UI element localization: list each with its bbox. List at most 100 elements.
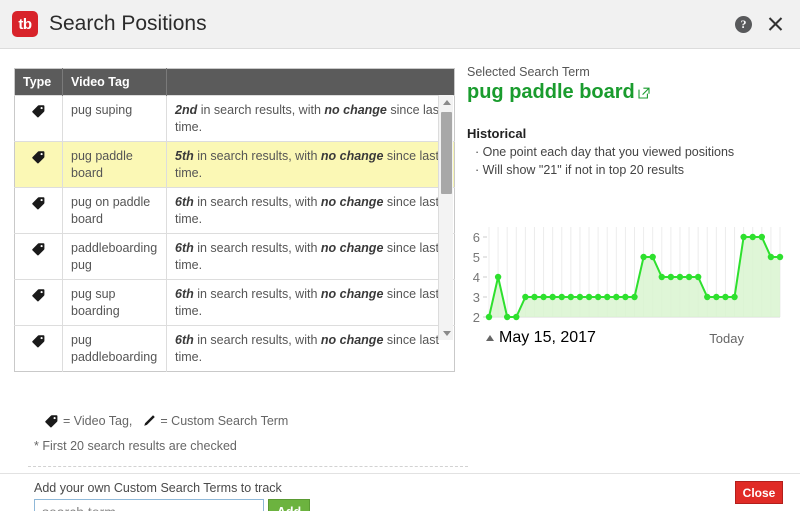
column-header-result[interactable] <box>167 69 455 96</box>
row-change: no change <box>324 103 387 117</box>
row-rank: 6th <box>175 287 194 301</box>
svg-text:6: 6 <box>473 230 480 245</box>
svg-text:3: 3 <box>473 290 480 305</box>
row-video-tag: pug suping <box>63 96 167 142</box>
chart-point[interactable] <box>722 294 728 300</box>
table-scrollbar[interactable] <box>438 95 453 340</box>
chart-point[interactable] <box>731 294 737 300</box>
table-row[interactable]: pug on paddle board6th in search results… <box>15 188 455 234</box>
scrollbar-thumb[interactable] <box>441 112 452 194</box>
historical-bullet-2: · Will show "21" if not in top 20 result… <box>467 163 787 177</box>
chart-point[interactable] <box>768 254 774 260</box>
chart-point[interactable] <box>659 274 665 280</box>
add-term-label: Add your own Custom Search Terms to trac… <box>34 481 282 495</box>
footer-divider <box>0 473 800 474</box>
add-button[interactable]: Add <box>268 499 310 511</box>
svg-text:5: 5 <box>473 250 480 265</box>
row-change: no change <box>321 149 384 163</box>
table-body: pug suping2nd in search results, with no… <box>15 96 455 372</box>
titlebar-actions: ? <box>735 15 784 33</box>
chart-point[interactable] <box>549 294 555 300</box>
row-video-tag: pug paddle board <box>63 142 167 188</box>
close-icon[interactable] <box>766 15 784 33</box>
selected-term-label: Selected Search Term <box>467 65 787 79</box>
row-video-tag: paddleboarding pug <box>63 234 167 280</box>
svg-text:2: 2 <box>473 310 480 325</box>
row-result-text: 6th in search results, with no change si… <box>167 326 455 372</box>
chart-point[interactable] <box>531 294 537 300</box>
table-row[interactable]: pug paddleboarding6th in search results,… <box>15 326 455 372</box>
chart-point[interactable] <box>486 314 492 320</box>
row-result-text: 2nd in search results, with no change si… <box>167 96 455 142</box>
chart-point[interactable] <box>704 294 710 300</box>
chart-point[interactable] <box>595 294 601 300</box>
chart-point[interactable] <box>495 274 501 280</box>
chart-point[interactable] <box>686 274 692 280</box>
results-panel: Type Video Tag pug suping2nd in search r… <box>14 68 454 372</box>
row-result-text: 6th in search results, with no change si… <box>167 280 455 326</box>
table-row[interactable]: pug sup boarding6th in search results, w… <box>15 280 455 326</box>
results-table-wrap: Type Video Tag pug suping2nd in search r… <box>14 68 454 372</box>
external-link-icon[interactable] <box>638 86 650 98</box>
chart-point[interactable] <box>604 294 610 300</box>
chart-point[interactable] <box>750 234 756 240</box>
chart-point[interactable] <box>559 294 565 300</box>
table-row[interactable]: pug suping2nd in search results, with no… <box>15 96 455 142</box>
chart-point[interactable] <box>577 294 583 300</box>
chart-point[interactable] <box>695 274 701 280</box>
legend-custom-term-label: = Custom Search Term <box>160 414 288 428</box>
detail-panel: Selected Search Term pug paddle board Hi… <box>467 65 787 177</box>
row-change: no change <box>321 241 384 255</box>
chart-point[interactable] <box>668 274 674 280</box>
chart-point[interactable] <box>631 294 637 300</box>
chart-point[interactable] <box>622 294 628 300</box>
help-icon[interactable]: ? <box>735 16 752 33</box>
chart-point[interactable] <box>649 254 655 260</box>
row-type-cell <box>15 234 63 280</box>
section-divider <box>28 466 468 467</box>
chart-point[interactable] <box>513 314 519 320</box>
chart-point[interactable] <box>568 294 574 300</box>
historical-heading: Historical <box>467 126 787 141</box>
tag-icon <box>31 333 46 348</box>
row-rank: 6th <box>175 195 194 209</box>
chart-point[interactable] <box>777 254 783 260</box>
row-type-cell <box>15 326 63 372</box>
dialog-titlebar: tb Search Positions ? <box>0 0 800 49</box>
historical-bullet-1: · One point each day that you viewed pos… <box>467 145 787 159</box>
column-header-video-tag[interactable]: Video Tag <box>63 69 167 96</box>
row-rank: 2nd <box>175 103 197 117</box>
table-row[interactable]: pug paddle board5th in search results, w… <box>15 142 455 188</box>
search-positions-table: Type Video Tag pug suping2nd in search r… <box>14 68 455 372</box>
column-header-type[interactable]: Type <box>15 69 63 96</box>
chart-point[interactable] <box>677 274 683 280</box>
tag-icon <box>31 241 46 256</box>
search-positions-dialog: tb Search Positions ? Type Video Tag p <box>0 0 800 511</box>
row-type-cell <box>15 96 63 142</box>
chart-point[interactable] <box>504 314 510 320</box>
legend-tag-label: = Video Tag, <box>63 414 132 428</box>
chart-point[interactable] <box>540 294 546 300</box>
chart-point[interactable] <box>613 294 619 300</box>
chart-point[interactable] <box>640 254 646 260</box>
tag-icon <box>31 149 46 164</box>
scroll-up-arrow-icon[interactable] <box>439 95 454 109</box>
table-header: Type Video Tag <box>15 69 455 96</box>
chart-point[interactable] <box>759 234 765 240</box>
scroll-down-arrow-icon[interactable] <box>439 326 454 340</box>
svg-text:4: 4 <box>473 270 480 285</box>
chart-point[interactable] <box>586 294 592 300</box>
row-type-cell <box>15 280 63 326</box>
chart-point[interactable] <box>713 294 719 300</box>
page-title: Search Positions <box>49 12 207 36</box>
results-note: * First 20 search results are checked <box>34 439 237 453</box>
chart-point[interactable] <box>740 234 746 240</box>
table-row[interactable]: paddleboarding pug6th in search results,… <box>15 234 455 280</box>
chart-x-axis: May 15, 2017 Today <box>486 329 744 347</box>
chart-point[interactable] <box>522 294 528 300</box>
chart-x-end: Today <box>709 331 744 346</box>
row-type-cell <box>15 142 63 188</box>
chart-svg: 2 3 4 5 6 <box>463 221 788 333</box>
search-term-input[interactable] <box>34 499 264 511</box>
close-button[interactable]: Close <box>735 481 783 504</box>
